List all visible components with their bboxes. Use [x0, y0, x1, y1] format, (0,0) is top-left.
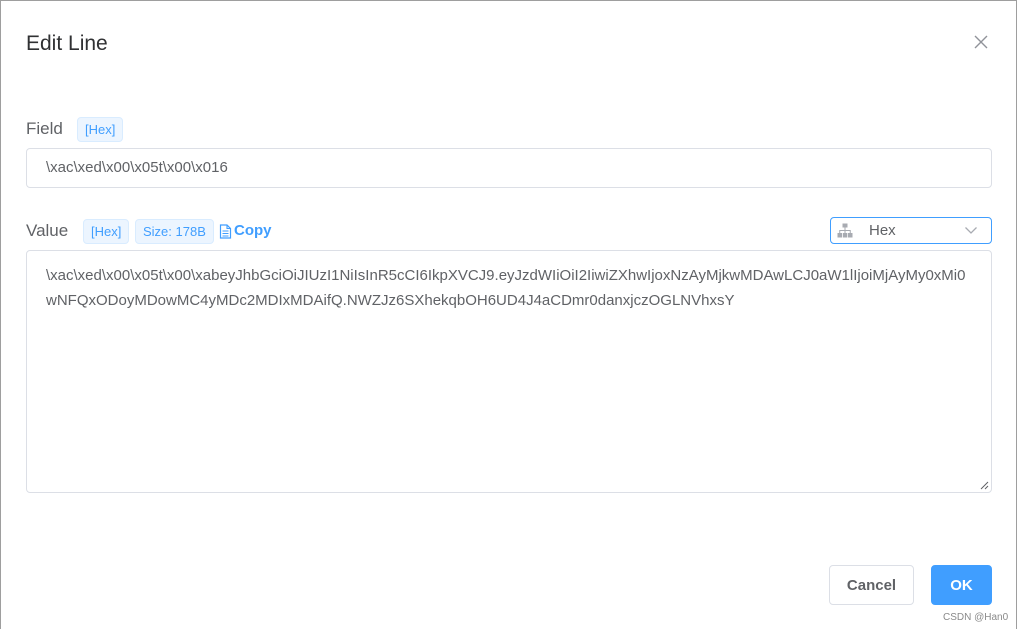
chevron-down-icon — [965, 227, 977, 234]
tree-icon — [837, 223, 853, 238]
view-format-value: Hex — [869, 222, 896, 239]
value-size-tag: Size: 178B — [135, 219, 214, 244]
value-textarea[interactable]: \xac\xed\x00\x05t\x00\xabeyJhbGciOiJIUzI… — [26, 250, 992, 493]
ok-button[interactable]: OK — [931, 565, 992, 605]
cancel-button[interactable]: Cancel — [829, 565, 914, 605]
field-input[interactable]: \xac\xed\x00\x05t\x00\x016 — [26, 148, 992, 188]
resize-handle-icon[interactable] — [979, 480, 989, 490]
copy-label: Copy — [234, 222, 272, 239]
document-icon — [219, 223, 232, 239]
edit-line-dialog: Edit Line Field [Hex] \xac\xed\x00\x05t\… — [0, 0, 1017, 629]
watermark: CSDN @Han0 — [943, 612, 1009, 623]
close-icon — [974, 35, 988, 49]
value-format-tag: [Hex] — [83, 219, 130, 244]
value-label: Value — [26, 221, 69, 240]
view-format-select[interactable]: Hex — [830, 217, 992, 244]
dialog-title: Edit Line — [26, 32, 108, 55]
copy-button[interactable]: Copy — [219, 221, 272, 241]
value-content: \xac\xed\x00\x05t\x00\xabeyJhbGciOiJIUzI… — [46, 267, 966, 309]
field-format-tag: [Hex] — [77, 117, 124, 142]
field-label: Field — [26, 119, 63, 138]
close-button[interactable] — [971, 32, 991, 52]
